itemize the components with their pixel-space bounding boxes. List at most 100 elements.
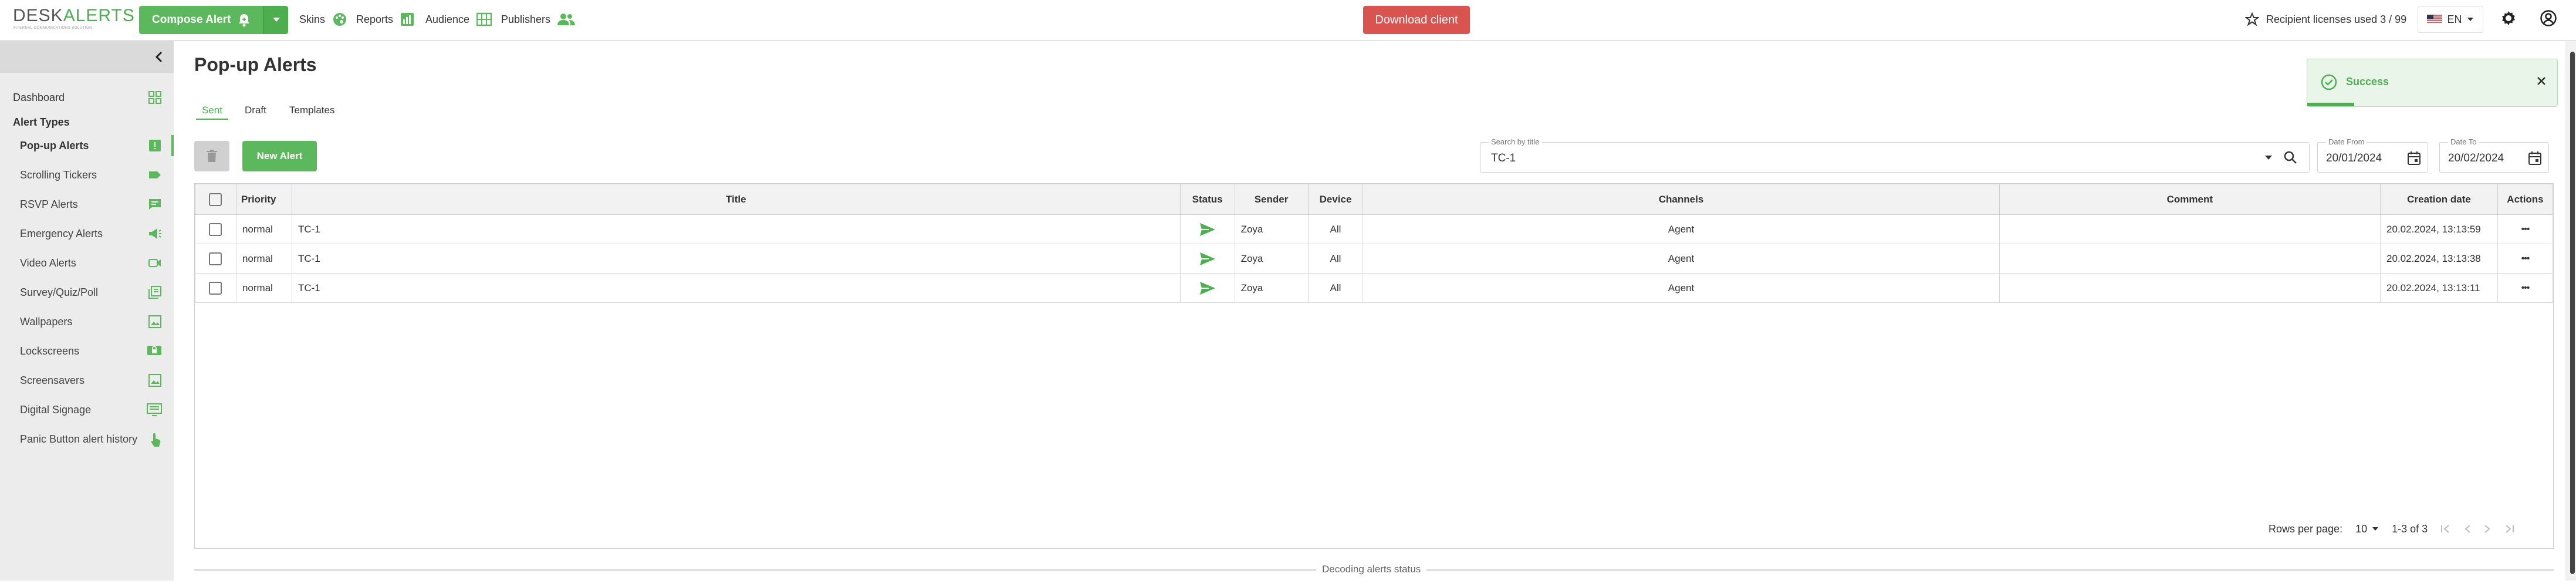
last-page-icon[interactable] (2504, 524, 2514, 534)
column-title[interactable]: Title (291, 184, 1181, 215)
pagination: Rows per page: 10 1-3 of 3 (2269, 514, 2514, 544)
tab-templates[interactable]: Templates (283, 100, 340, 120)
sidebar-item-label: Emergency Alerts (20, 227, 103, 239)
check-circle-icon (2320, 73, 2338, 91)
sidebar-item-panic-button[interactable]: Panic Button alert history (0, 426, 174, 452)
priority-cell: normal (235, 244, 292, 274)
scrollbar-thumb[interactable] (2570, 52, 2575, 574)
nav-publishers[interactable]: Publishers (501, 0, 576, 39)
sidebar-collapse-button[interactable] (0, 41, 174, 73)
tab-sent[interactable]: Sent (196, 100, 228, 120)
sidebar-item-rsvp-alerts[interactable]: RSVP Alerts (0, 191, 174, 217)
nav-reports[interactable]: Reports (356, 0, 414, 39)
compose-dropdown-button[interactable] (263, 6, 289, 34)
rows-per-page-label: Rows per page: (2269, 522, 2343, 535)
compose-alert-button[interactable]: Compose Alert (139, 6, 264, 34)
column-sender[interactable]: Sender (1234, 184, 1309, 215)
date-from-field[interactable]: Date From 20/01/2024 (2317, 137, 2428, 173)
recipient-licenses: Recipient licenses used 3 / 99 (2245, 0, 2406, 39)
table-row[interactable]: normal TC-1 Zoya All Agent 20.02.2024, 1… (195, 273, 2554, 303)
page-title: Pop-up Alerts (194, 54, 317, 75)
sidebar-item-label: Lockscreens (20, 345, 80, 357)
sidebar-item-label: Survey/Quiz/Poll (20, 286, 99, 298)
row-checkbox[interactable] (209, 222, 222, 236)
sidebar-item-emergency-alerts[interactable]: Emergency Alerts (0, 221, 174, 247)
column-device[interactable]: Device (1307, 184, 1364, 215)
sidebar-item-dashboard[interactable]: Dashboard (0, 85, 174, 110)
alerts-table: Priority Title Status Sender Device Chan… (194, 183, 2554, 549)
prev-page-icon[interactable] (2464, 524, 2471, 534)
settings-gear-icon[interactable] (2500, 9, 2517, 27)
logo[interactable]: DESKALERTS INTERNAL COMMUNICATIONS SOLUT… (13, 6, 134, 31)
row-select-cell[interactable] (195, 214, 236, 244)
column-comment[interactable]: Comment (1999, 184, 2381, 215)
caret-down-icon (2467, 17, 2474, 22)
sidebar-item-survey[interactable]: Survey/Quiz/Poll (0, 279, 174, 305)
search-icon[interactable] (2283, 150, 2297, 164)
nav-skins[interactable]: Skins (299, 0, 347, 39)
trash-icon (207, 150, 217, 163)
select-all-header[interactable] (195, 184, 236, 215)
sent-status-icon (1186, 281, 1229, 295)
sidebar-item-digital-signage[interactable]: Digital Signage (0, 397, 174, 423)
table-row[interactable]: normal TC-1 Zoya All Agent 20.02.2024, 1… (195, 214, 2554, 244)
next-page-icon[interactable] (2484, 524, 2491, 534)
sidebar-item-lockscreens[interactable]: Lockscreens (0, 338, 174, 364)
top-bar: DESKALERTS INTERNAL COMMUNICATIONS SOLUT… (0, 0, 2576, 41)
bar-chart-icon (400, 12, 414, 26)
title-cell[interactable]: TC-1 (291, 244, 1181, 274)
caret-down-icon[interactable] (2264, 155, 2273, 160)
column-status[interactable]: Status (1179, 184, 1235, 215)
select-all-checkbox[interactable] (209, 193, 222, 206)
title-cell[interactable]: TC-1 (291, 273, 1181, 303)
date-to-label: Date To (2448, 137, 2479, 146)
user-account-icon[interactable] (2540, 9, 2557, 27)
logo-text-left: DESK (13, 6, 63, 25)
sidebar-item-popup-alerts[interactable]: Pop-up Alerts (0, 133, 174, 158)
row-select-cell[interactable] (195, 244, 236, 274)
search-by-title-field[interactable]: Search by title TC-1 (1480, 137, 2310, 173)
row-actions-menu-icon[interactable]: ••• (2497, 273, 2554, 303)
column-actions: Actions (2497, 184, 2554, 215)
first-page-icon[interactable] (2440, 524, 2451, 534)
sidebar-item-screensavers[interactable]: Screensavers (0, 367, 174, 393)
device-cell: All (1307, 244, 1364, 274)
sidebar-item-wallpapers[interactable]: Wallpapers (0, 309, 174, 335)
download-client-button[interactable]: Download client (1363, 6, 1470, 34)
bell-icon (238, 13, 251, 27)
sidebar-item-scrolling-tickers[interactable]: Scrolling Tickers (0, 162, 174, 188)
table-header-row: Priority Title Status Sender Device Chan… (195, 184, 2554, 215)
date-from-input[interactable]: 20/01/2024 (2326, 152, 2382, 165)
org-chart-icon (476, 12, 492, 26)
table-row[interactable]: normal TC-1 Zoya All Agent 20.02.2024, 1… (195, 244, 2554, 274)
close-icon[interactable] (2536, 76, 2547, 86)
language-selector[interactable]: EN (2418, 6, 2483, 33)
row-select-cell[interactable] (195, 273, 236, 303)
delete-button[interactable] (194, 141, 229, 171)
sidebar-item-label: Video Alerts (20, 257, 76, 269)
calendar-icon[interactable] (2408, 151, 2421, 165)
compose-alert-label: Compose Alert (152, 14, 231, 26)
column-creation-date[interactable]: Creation date (2380, 184, 2498, 215)
tab-draft[interactable]: Draft (239, 100, 272, 120)
rows-per-page-select[interactable]: 10 (2355, 523, 2379, 535)
title-cell[interactable]: TC-1 (291, 214, 1181, 244)
date-to-input[interactable]: 20/02/2024 (2448, 152, 2504, 165)
decoding-status-panel: Decoding alerts status (194, 564, 2554, 587)
date-to-field[interactable]: Date To 20/02/2024 (2439, 137, 2549, 173)
sidebar-item-video-alerts[interactable]: Video Alerts (0, 250, 174, 276)
row-actions-menu-icon[interactable]: ••• (2497, 214, 2554, 244)
people-icon (557, 13, 576, 26)
nav-audience[interactable]: Audience (425, 0, 492, 39)
column-priority[interactable]: Priority (235, 184, 292, 215)
row-checkbox[interactable] (209, 252, 222, 265)
nav-publishers-label: Publishers (501, 13, 551, 25)
calendar-icon[interactable] (2528, 151, 2541, 165)
creation-date-cell: 20.02.2024, 13:13:38 (2380, 244, 2498, 274)
new-alert-button[interactable]: New Alert (242, 141, 317, 171)
row-actions-menu-icon[interactable]: ••• (2497, 244, 2554, 274)
row-checkbox[interactable] (209, 281, 222, 295)
column-channels[interactable]: Channels (1363, 184, 2000, 215)
search-input[interactable]: TC-1 (1491, 152, 1516, 165)
sidebar: Dashboard Alert Types Pop-up Alerts Scro… (0, 41, 174, 581)
